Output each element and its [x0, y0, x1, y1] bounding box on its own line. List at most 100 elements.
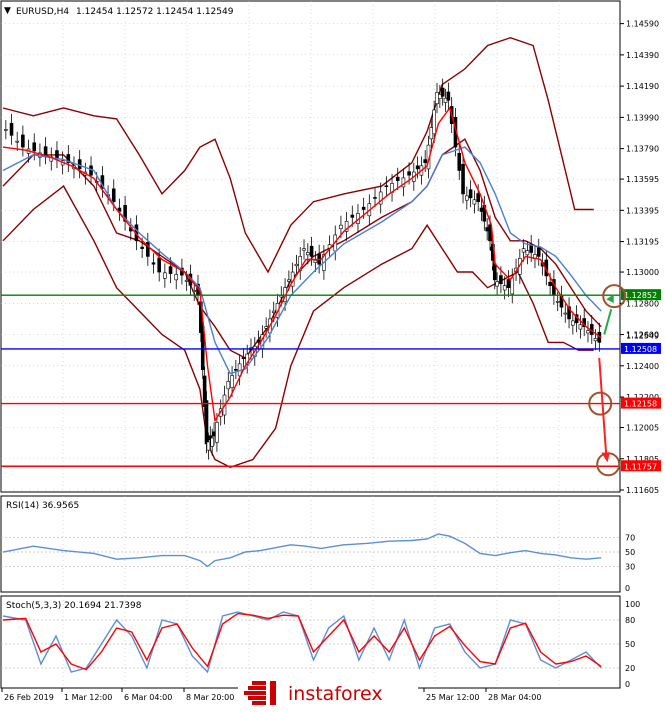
level-label: 1.11757 — [624, 462, 657, 471]
candle-body — [313, 260, 318, 263]
candle-body — [210, 437, 214, 447]
y-tick-label: 1.14390 — [626, 51, 659, 60]
y-tick-label: 1.14590 — [626, 20, 659, 29]
candle-body — [440, 87, 445, 97]
candle-body — [230, 375, 234, 388]
stoch-tick-label: 80 — [625, 616, 635, 625]
level-label: 1.12852 — [624, 291, 657, 300]
candle-body — [461, 163, 465, 195]
candle-body — [415, 165, 420, 170]
candle-body — [302, 248, 306, 251]
candle-body — [384, 185, 389, 188]
candle-body — [32, 142, 37, 152]
candle-body — [586, 330, 590, 334]
x-tick-label: 25 Mar 12:00 — [426, 693, 479, 702]
candle-body — [502, 285, 507, 291]
candle-body — [476, 193, 480, 203]
candle-body — [234, 369, 238, 371]
candle-body — [157, 257, 161, 273]
chart-window: 1.14590 1.14390 1.14190 1.13990 1.13790 1.135… — [0, 0, 665, 708]
candle-body — [184, 279, 189, 282]
stoch-tick-label: 0 — [625, 680, 630, 689]
symbol-label: EURUSD,H4 — [16, 7, 69, 17]
x-tick-label: 26 Feb 2019 — [4, 693, 54, 702]
candle-body — [423, 159, 427, 163]
rsi-tick-label: 30 — [625, 562, 635, 571]
rsi-tick-label: 70 — [625, 534, 635, 543]
candle-body — [206, 441, 211, 451]
candle-body — [140, 246, 144, 249]
y-tick-label: 1.11605 — [626, 486, 659, 495]
candle-body — [264, 326, 268, 329]
candle-body — [241, 357, 246, 359]
candle-body — [495, 281, 499, 287]
candle-body — [215, 422, 219, 443]
candle-body — [21, 134, 25, 148]
candle-body — [168, 266, 173, 274]
candle-body — [521, 248, 526, 253]
y-tick-label: 1.12800 — [626, 299, 659, 308]
candle-body — [468, 189, 473, 199]
candle-body — [111, 188, 116, 203]
candle-body — [163, 272, 167, 279]
candle-body — [578, 324, 583, 330]
y-tick-label: 1.12400 — [626, 362, 659, 371]
y-tick-label: 1.13595 — [626, 175, 659, 184]
candle-body — [361, 206, 366, 210]
x-tick-label: 1 Mar 12:00 — [64, 693, 112, 702]
stoch-tick-label: 50 — [625, 640, 635, 649]
candle-body — [305, 252, 310, 256]
candle-body — [350, 214, 355, 218]
level-label: 1.12508 — [624, 345, 657, 354]
candle-body — [395, 176, 400, 181]
candle-body — [555, 301, 560, 303]
rsi-tick-label: 0 — [625, 584, 630, 593]
candle-body — [174, 274, 179, 281]
candle-body — [77, 159, 82, 170]
y-tick-label: 1.13790 — [626, 145, 659, 154]
candle-body — [373, 197, 377, 199]
candle-body — [492, 263, 497, 281]
candle-body — [271, 310, 276, 313]
candle-body — [407, 171, 411, 176]
candle-body — [510, 277, 515, 295]
candle-body — [43, 146, 48, 156]
candle-body — [446, 91, 451, 101]
y-tick-label: 1.14190 — [626, 82, 659, 91]
candle-body — [339, 224, 343, 229]
watermark-text: instaforex — [288, 683, 383, 705]
last-price-label: 1.12549 — [626, 332, 659, 341]
y-tick-label: 1.13000 — [626, 268, 659, 277]
candle-body — [9, 122, 14, 136]
candle-body — [294, 263, 299, 267]
stoch-tick-label: 100 — [625, 600, 640, 609]
y-tick-label: 1.13990 — [626, 113, 659, 122]
candle-body — [287, 279, 291, 282]
y-tick-label: 1.13395 — [626, 206, 659, 215]
candle-body — [548, 281, 552, 287]
candle-body — [571, 320, 575, 326]
rsi-tick-label: 50 — [625, 548, 635, 557]
candle-body — [563, 312, 568, 315]
candle-body — [192, 290, 197, 292]
chart-collapse-icon[interactable]: ▼ — [4, 6, 11, 16]
candle-body — [226, 381, 231, 390]
y-tick-label: 1.13195 — [626, 238, 659, 247]
rsi-title: RSI(14) 36.9565 — [6, 501, 79, 511]
candle-body — [525, 250, 530, 256]
stoch-tick-label: 20 — [625, 664, 635, 673]
candle-body — [536, 247, 541, 257]
ohlc-label: 1.12454 1.12572 1.12454 1.12549 — [76, 7, 234, 17]
watermark: instaforex — [238, 676, 418, 708]
x-tick-label: 8 Mar 20:00 — [186, 693, 234, 702]
x-tick-label: 6 Mar 04:00 — [124, 693, 172, 702]
candle-body — [499, 275, 503, 285]
candle-body — [55, 150, 59, 160]
chart-svg: 1.14590 1.14390 1.14190 1.13990 1.13790 1.135… — [0, 0, 665, 708]
level-label: 1.12158 — [624, 400, 657, 409]
x-tick-label: 28 Mar 04:00 — [488, 693, 541, 702]
candle-body — [506, 279, 511, 288]
candle-body — [151, 262, 156, 265]
candle-body — [256, 339, 261, 343]
y-tick-label: 1.12005 — [626, 424, 659, 433]
